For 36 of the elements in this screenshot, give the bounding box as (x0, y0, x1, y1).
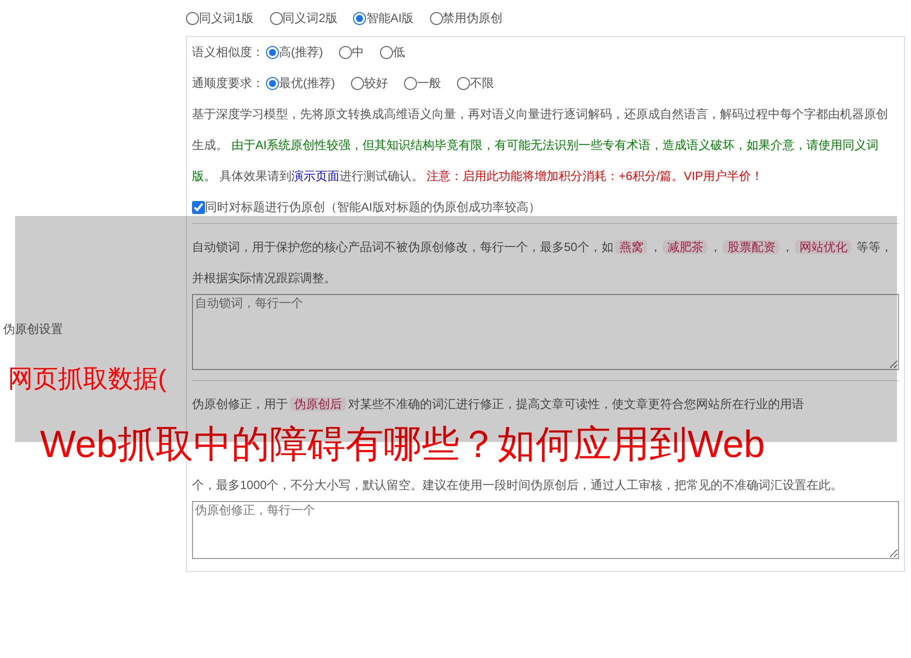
correction-field[interactable]: 伪原创修正，每行一个 (192, 501, 899, 559)
radio-button[interactable] (339, 46, 352, 59)
radio-label: 禁用伪原创 (442, 10, 503, 27)
correction-text: 伪原创修正，用于 伪原创后 对某些不准确的词汇进行修正，提高文章可读性，使文章更符合您网站所在行业的用语 (192, 396, 805, 413)
radio-button[interactable] (270, 12, 283, 24)
fluency-label: 通顺度要求： (192, 75, 264, 92)
radio-label: 不限 (470, 75, 494, 92)
settings-label: 伪原创设置 (3, 321, 63, 338)
lock-words-field[interactable]: 自动锁词，每行一个 (192, 294, 899, 370)
radio-button[interactable] (353, 12, 366, 24)
caption-text: Web抓取中的障碍有哪些？如何应用到Web (40, 423, 765, 468)
similarity-label: 语义相似度： (192, 44, 264, 61)
radio-button[interactable] (266, 77, 279, 90)
description-text: 基于深度学习模型，先将原文转换成高维语义向量，再对语义向量进行逐词解码，还原成自然语言，解码过程中每个字都由机器原创生成。 由于AI系统原创性较强，但其知识结构毕竟有限，有可能无法识别一些专有术语，造成语义破坏，如果介意，请使用同义词版。 具体效果请到演示页面进行测试确认。 注意：启用此功能将增加积分消耗：+6积分/篇。VIP用户半价！ (192, 106, 889, 185)
demo-link[interactable]: 演示页面 (291, 169, 340, 183)
radio-label: 中 (352, 44, 364, 61)
radio-label: 较好 (364, 75, 388, 92)
radio-button[interactable] (380, 46, 393, 59)
checkbox[interactable] (192, 201, 205, 214)
checkbox-label: 同时对标题进行伪原创（智能AI版对标题的伪原创成功率较高） (205, 199, 540, 216)
radio-button[interactable] (457, 77, 470, 90)
radio-label: 同义词2版 (282, 10, 338, 27)
radio-label: 最优(推荐) (279, 75, 335, 92)
radio-label: 智能AI版 (366, 10, 414, 27)
radio-label: 同义词1版 (199, 10, 254, 27)
radio-button[interactable] (404, 77, 417, 90)
radio-label: 一般 (417, 75, 441, 92)
radio-button[interactable] (351, 77, 364, 90)
correction-text-continued: 个，最多1000个，不分大小写，默认留空。建议在使用一段时间伪原创后，通过人工审核，把常见的不准确词汇设置在此。 (192, 477, 844, 494)
radio-label: 高(推荐) (279, 44, 323, 61)
caption-text: 网页抓取数据( (8, 364, 166, 395)
radio-label: 低 (393, 44, 405, 61)
radio-button[interactable] (186, 12, 199, 24)
radio-button[interactable] (266, 46, 279, 59)
radio-button[interactable] (430, 12, 443, 24)
lock-words-text: 自动锁词，用于保护您的核心产品词不被伪原创修改，每行一个，最多50个，如 燕窝 ， 减肥茶 ， 股票配资 ， 网站优化 等等，并根据实际情况跟踪调整。 (192, 239, 894, 287)
